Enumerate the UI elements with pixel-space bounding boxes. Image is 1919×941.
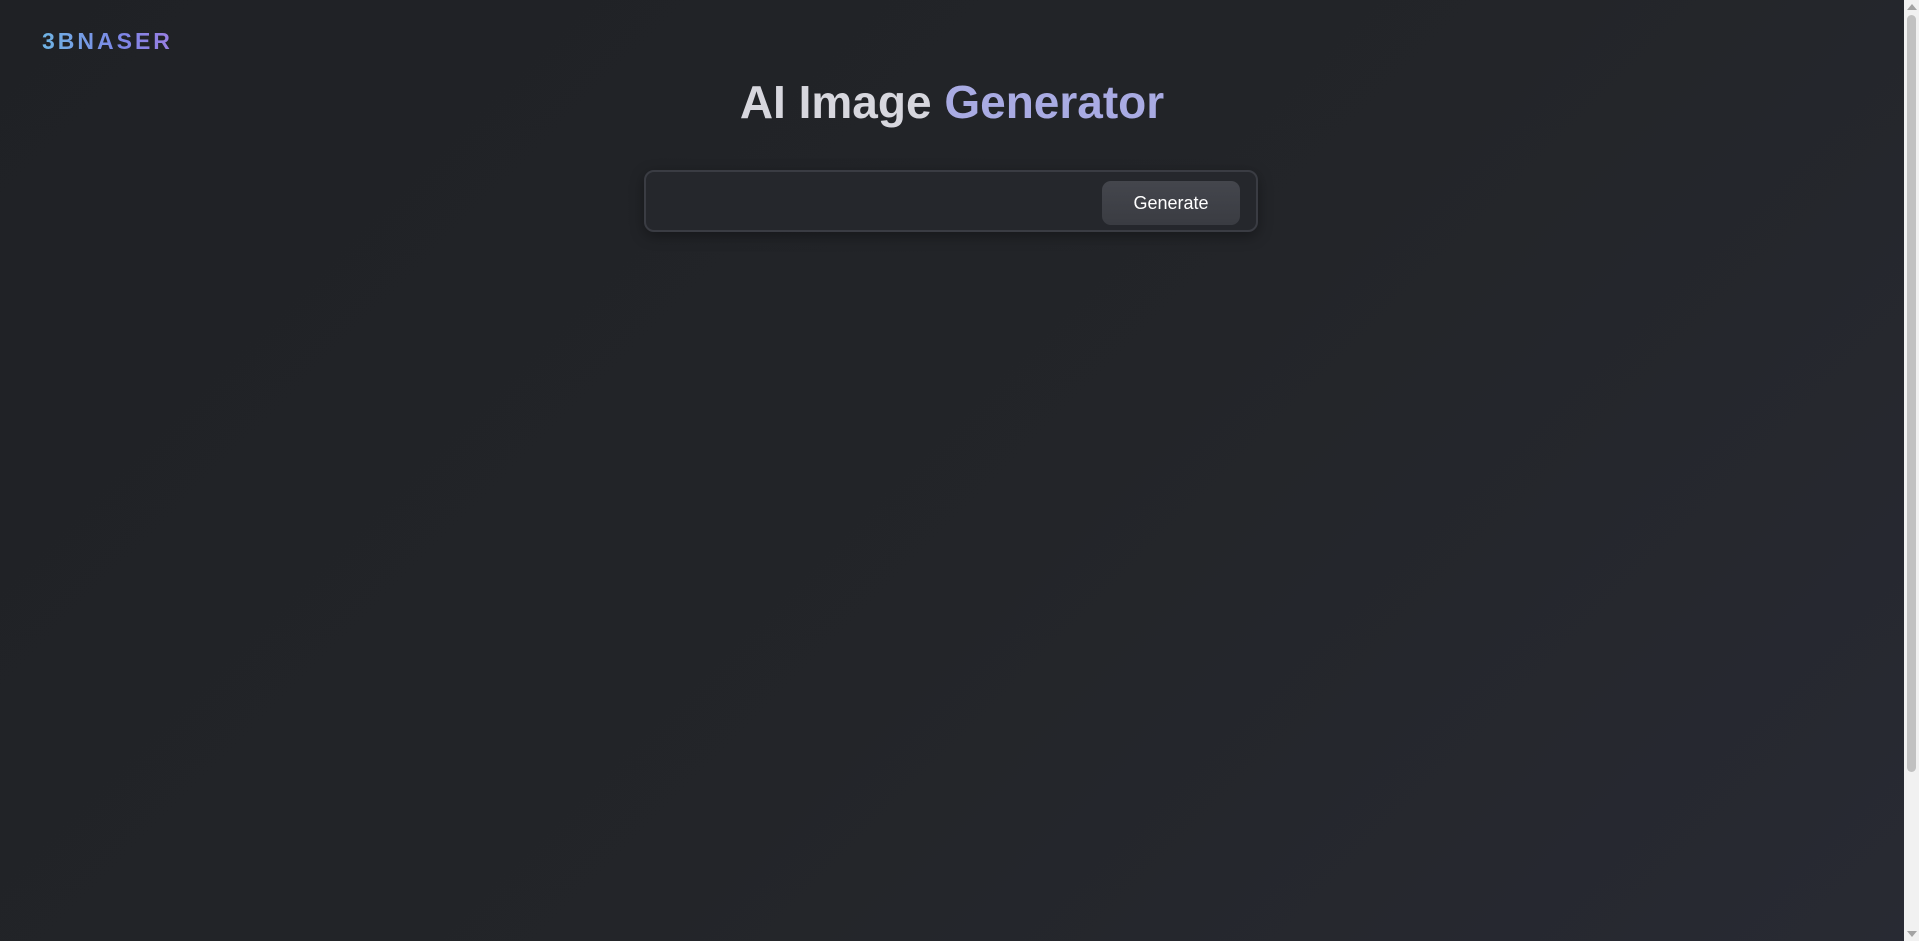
generate-button[interactable]: Generate [1102,181,1240,225]
vertical-scrollbar[interactable] [1904,0,1919,941]
brand-logo[interactable]: 3BNASER [42,28,173,55]
page-title: AI Image Generator [0,74,1904,130]
scroll-up-arrow-icon[interactable] [1907,4,1917,10]
prompt-bar: Generate [644,170,1258,232]
page-title-accent: Generator [944,76,1165,128]
page-title-main: AI Image [739,76,932,128]
scroll-down-arrow-icon[interactable] [1907,931,1917,937]
prompt-input[interactable] [660,182,1094,222]
scrollbar-thumb[interactable] [1907,15,1916,772]
